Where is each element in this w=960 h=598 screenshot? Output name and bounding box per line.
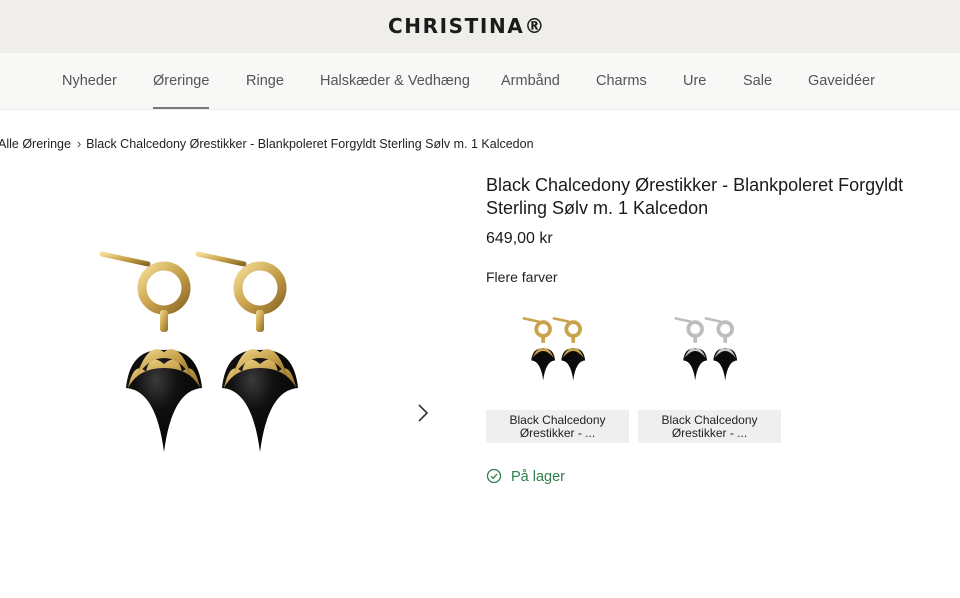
nav-item-ringe[interactable]: Ringe xyxy=(246,73,284,89)
product-main-image xyxy=(90,240,320,470)
variant-label: Black Chalcedony Ørestikker - ... xyxy=(638,410,781,443)
chevron-right-icon[interactable] xyxy=(410,401,434,425)
variant-thumbnail xyxy=(638,300,781,408)
variant-card-gold[interactable]: Black Chalcedony Ørestikker - ... xyxy=(486,300,629,443)
variant-card-silver[interactable]: Black Chalcedony Ørestikker - ... xyxy=(638,300,781,443)
product-price: 649,00 kr xyxy=(486,230,553,247)
variant-label: Black Chalcedony Ørestikker - ... xyxy=(486,410,629,443)
nav-item-gaveideer[interactable]: Gaveidéer xyxy=(808,73,875,89)
nav-item-nyheder[interactable]: Nyheder xyxy=(62,73,117,89)
stock-status: På lager xyxy=(486,468,565,488)
product-title: Black Chalcedony Ørestikker - Blankpoler… xyxy=(486,175,904,218)
breadcrumb-parent-link[interactable]: Alle Øreringe xyxy=(0,137,71,151)
nav-item-charms[interactable]: Charms xyxy=(596,73,647,89)
breadcrumb-chevron-icon: › xyxy=(76,137,82,151)
nav-item-ure[interactable]: Ure xyxy=(683,73,706,89)
nav-item-sale[interactable]: Sale xyxy=(743,73,772,89)
stock-status-text: På lager xyxy=(511,469,566,485)
more-colors-label: Flere farver xyxy=(486,269,558,285)
check-circle-icon xyxy=(486,468,502,488)
breadcrumb-current: Black Chalcedony Ørestikker - Blankpoler… xyxy=(86,137,534,151)
brand-logo[interactable]: CHRISTINA® xyxy=(0,14,934,38)
left-earring xyxy=(99,251,202,452)
top-bar: CHRISTINA® xyxy=(0,0,960,53)
breadcrumb: Alle Øreringe › Black Chalcedony Ørestikke… xyxy=(0,137,534,151)
variant-thumbnail xyxy=(486,300,629,408)
nav-item-halskaeder[interactable]: Halskæder & Vedhæng xyxy=(320,73,470,89)
nav-active-indicator xyxy=(153,107,209,109)
nav-item-armbaand[interactable]: Armbånd xyxy=(501,73,560,89)
nav-item-oreringe[interactable]: Øreringe xyxy=(153,73,209,89)
right-earring xyxy=(195,251,298,452)
main-navigation: Nyheder Øreringe Ringe Halskæder & Vedhæ… xyxy=(0,53,960,110)
